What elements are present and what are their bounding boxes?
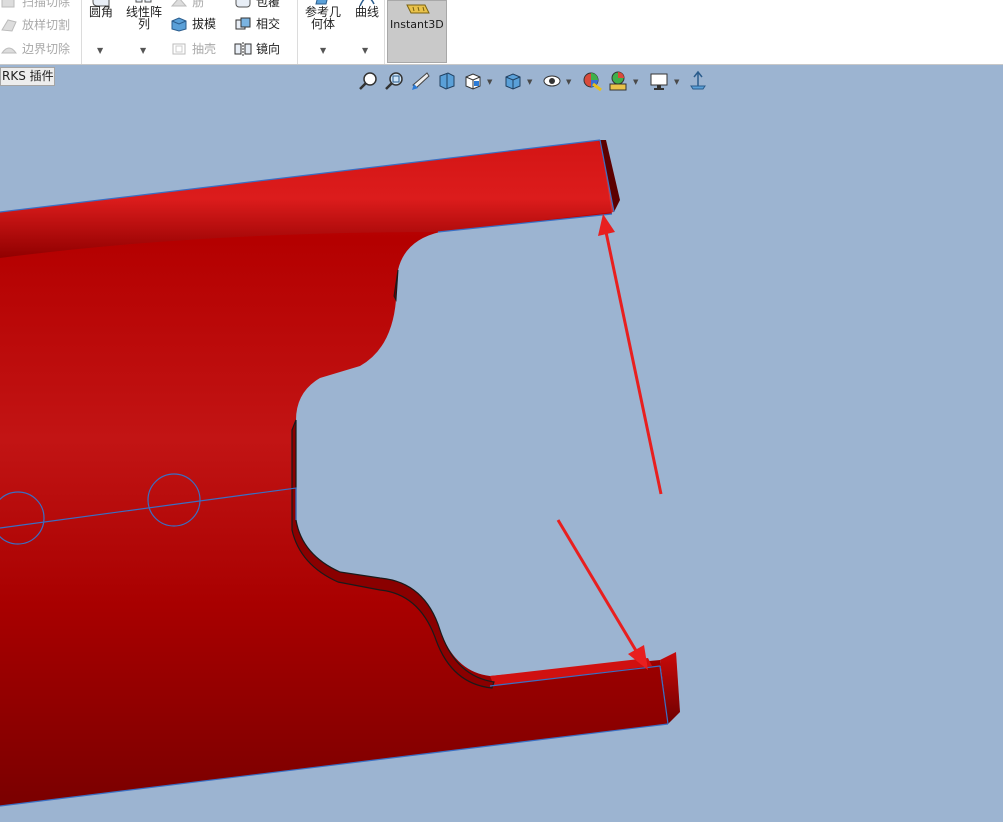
previous-view-icon[interactable] xyxy=(410,70,432,92)
view-orientation-dropdown[interactable]: ▼ xyxy=(487,78,492,86)
rib-button[interactable]: 筋 xyxy=(170,0,204,10)
shell-icon xyxy=(172,43,186,54)
wrap-icon xyxy=(235,0,251,7)
zoom-to-fit-icon[interactable] xyxy=(358,70,380,92)
instant3d-icon xyxy=(406,4,430,14)
ribbon-separator xyxy=(384,0,385,64)
shell-button[interactable]: 抽壳 xyxy=(170,40,216,57)
apply-scene-dropdown[interactable]: ▼ xyxy=(633,78,638,86)
zoom-to-area-icon[interactable] xyxy=(384,70,406,92)
draft-icon xyxy=(171,16,187,32)
boundary-cut-button[interactable]: 边界切除 xyxy=(0,40,70,57)
view-settings-icon[interactable] xyxy=(648,70,670,92)
fillet-label: 圆角 xyxy=(88,5,113,19)
lofted-cut-label: 放样切割 xyxy=(22,18,71,32)
view-orientation-icon[interactable] xyxy=(462,70,484,92)
swept-cut-label: 扫描切除 xyxy=(22,0,71,9)
lofted-cut-icon xyxy=(1,18,17,32)
hide-show-dropdown[interactable]: ▼ xyxy=(566,78,571,86)
reference-geometry-label: 参考几何体 xyxy=(304,5,341,31)
shell-label: 抽壳 xyxy=(192,42,217,56)
hide-show-items-icon[interactable] xyxy=(541,70,563,92)
mirror-label: 镜向 xyxy=(256,42,281,56)
fillet-button[interactable]: 圆角 xyxy=(86,0,116,18)
swept-cut-icon xyxy=(1,0,15,7)
command-ribbon: 扫描切除 放样切割 边界切除 圆角 ▼ 线性阵列 ▼ 筋 拔模 抽壳 包覆 相交 xyxy=(0,0,1003,65)
view-settings-dropdown[interactable]: ▼ xyxy=(674,78,679,86)
intersect-button[interactable]: 相交 xyxy=(234,15,280,32)
draft-button[interactable]: 拔模 xyxy=(170,15,216,32)
curves-label: 曲线 xyxy=(354,5,379,19)
rib-label: 筋 xyxy=(192,0,205,9)
swept-cut-button[interactable]: 扫描切除 xyxy=(0,0,70,10)
annotation-arrows xyxy=(556,214,663,670)
draft-label: 拔模 xyxy=(192,17,217,31)
section-view-icon[interactable] xyxy=(436,70,458,92)
wrap-label: 包覆 xyxy=(256,0,281,9)
instant3d-label: Instant3D xyxy=(390,18,444,31)
wrap-button[interactable]: 包覆 xyxy=(234,0,280,10)
instant3d-button[interactable]: Instant3D xyxy=(387,0,447,63)
display-style-dropdown[interactable]: ▼ xyxy=(527,78,532,86)
boundary-cut-icon xyxy=(1,47,17,53)
curves-dropdown[interactable]: ▼ xyxy=(362,46,368,55)
lofted-cut-button[interactable]: 放样切割 xyxy=(0,16,70,33)
edit-appearance-icon[interactable] xyxy=(581,70,603,92)
boundary-cut-label: 边界切除 xyxy=(22,42,71,56)
graphics-viewport[interactable] xyxy=(0,66,1003,822)
intersect-icon xyxy=(235,17,251,29)
display-style-icon[interactable] xyxy=(502,70,524,92)
ribbon-separator xyxy=(81,0,82,64)
rib-icon xyxy=(170,0,188,6)
curves-button[interactable]: 曲线 xyxy=(352,0,382,18)
linear-pattern-dropdown[interactable]: ▼ xyxy=(140,46,146,55)
mirror-button[interactable]: 镜向 xyxy=(234,40,280,57)
ribbon-separator xyxy=(297,0,298,64)
apply-scene-icon[interactable] xyxy=(607,70,629,92)
mirror-icon xyxy=(234,41,252,56)
heads-up-view-toolbar: ▼ ▼ ▼ ▼ ▼ xyxy=(356,70,716,94)
linear-pattern-button[interactable]: 线性阵列 xyxy=(124,0,164,30)
fillet-dropdown[interactable]: ▼ xyxy=(97,46,103,55)
linear-pattern-label: 线性阵列 xyxy=(125,5,162,31)
reference-geometry-button[interactable]: 参考几何体 xyxy=(302,0,344,30)
rotate-view-icon[interactable] xyxy=(687,70,709,92)
intersect-label: 相交 xyxy=(256,17,281,31)
reference-geometry-dropdown[interactable]: ▼ xyxy=(320,46,326,55)
